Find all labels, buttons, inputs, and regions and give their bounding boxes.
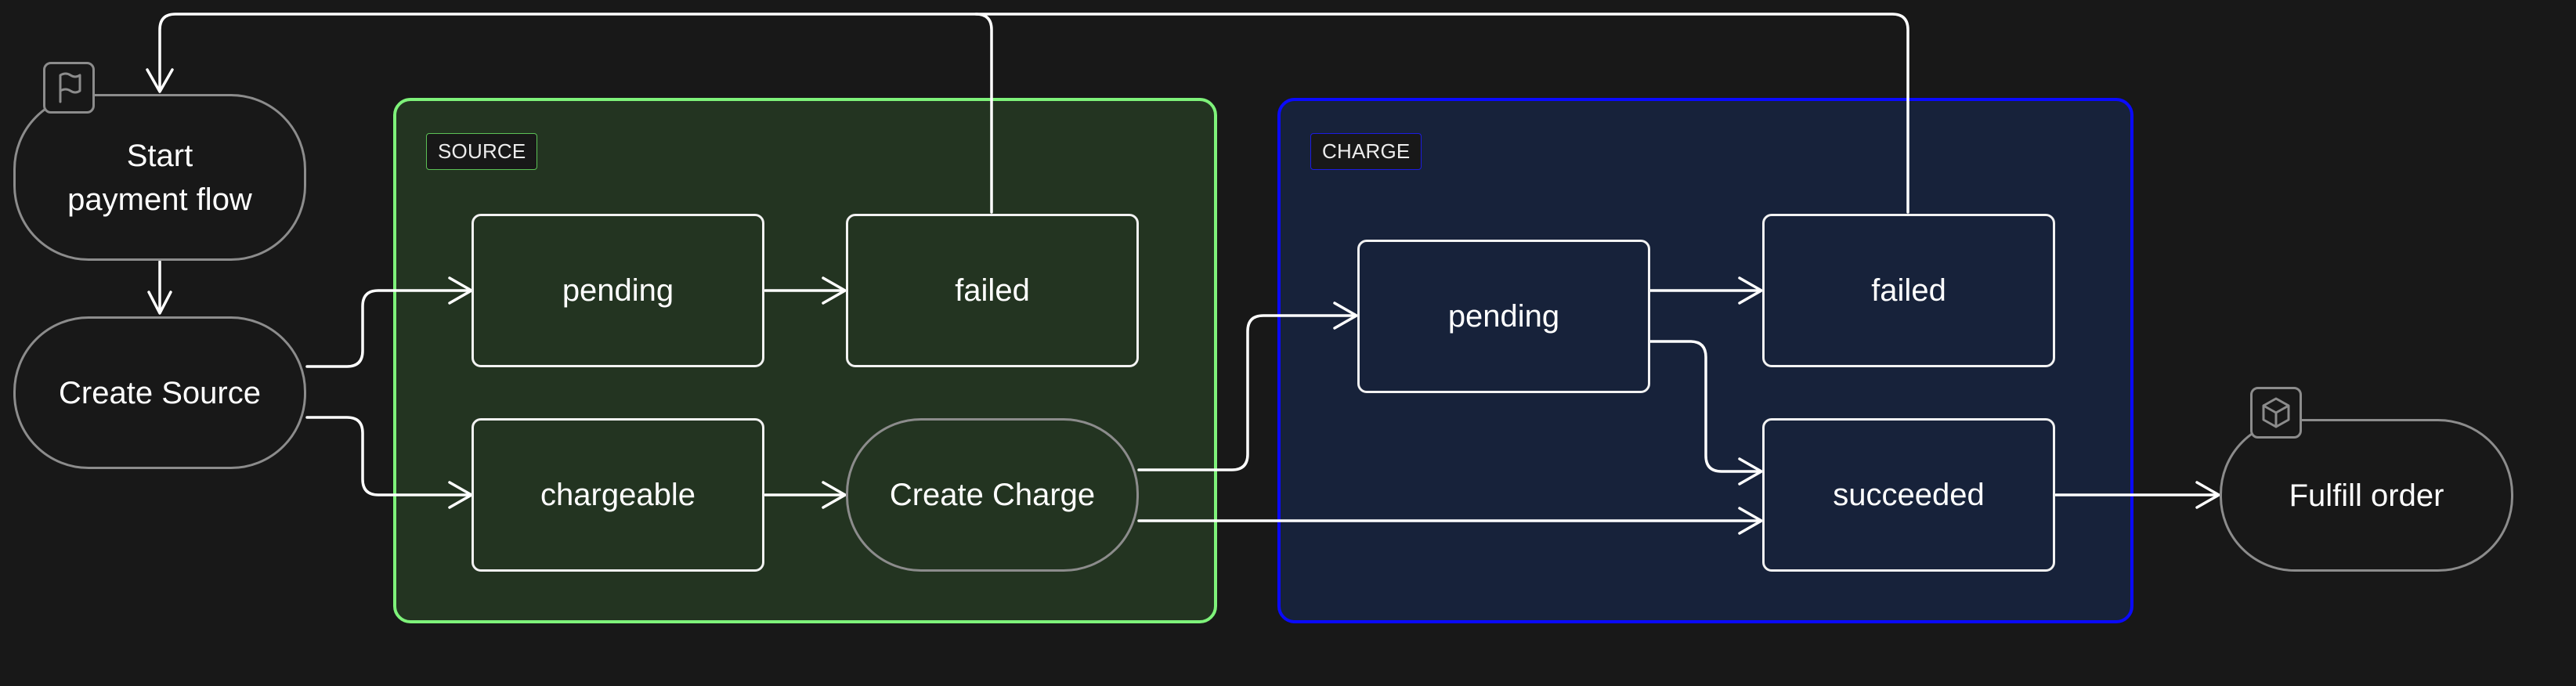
arrowhead <box>146 68 174 93</box>
node-source-failed[interactable]: failed <box>846 214 1139 367</box>
node-label: Create Charge <box>889 478 1096 512</box>
node-source-chargeable[interactable]: chargeable <box>471 418 764 572</box>
node-start-payment-flow[interactable]: Start payment flow <box>13 94 306 261</box>
node-label: pending <box>562 273 674 308</box>
node-fulfill-order[interactable]: Fulfill order <box>2220 419 2513 572</box>
group-label-charge: CHARGE <box>1310 133 1422 170</box>
group-label-source: SOURCE <box>426 133 538 170</box>
node-label: pending <box>1447 299 1560 334</box>
node-label: succeeded <box>1833 478 1985 512</box>
arrowhead <box>147 291 172 315</box>
node-charge-failed[interactable]: failed <box>1762 214 2055 367</box>
cube-icon <box>2250 387 2302 439</box>
node-label: failed <box>955 273 1030 308</box>
node-create-charge[interactable]: Create Charge <box>846 418 1139 572</box>
node-label: Fulfill order <box>2289 478 2444 513</box>
node-label: Start payment flow <box>67 138 252 217</box>
node-label: failed <box>1871 273 1946 308</box>
node-create-source[interactable]: Create Source <box>13 316 306 469</box>
node-source-pending[interactable]: pending <box>471 214 764 367</box>
diagram-canvas: SOURCE CHARGE Start payment flow Create … <box>0 0 2576 686</box>
node-label: chargeable <box>540 478 695 512</box>
node-charge-succeeded[interactable]: succeeded <box>1762 418 2055 572</box>
flag-icon <box>43 62 95 114</box>
arrowhead <box>2195 481 2220 509</box>
node-charge-pending[interactable]: pending <box>1357 240 1650 393</box>
node-label: Create Source <box>59 375 261 410</box>
